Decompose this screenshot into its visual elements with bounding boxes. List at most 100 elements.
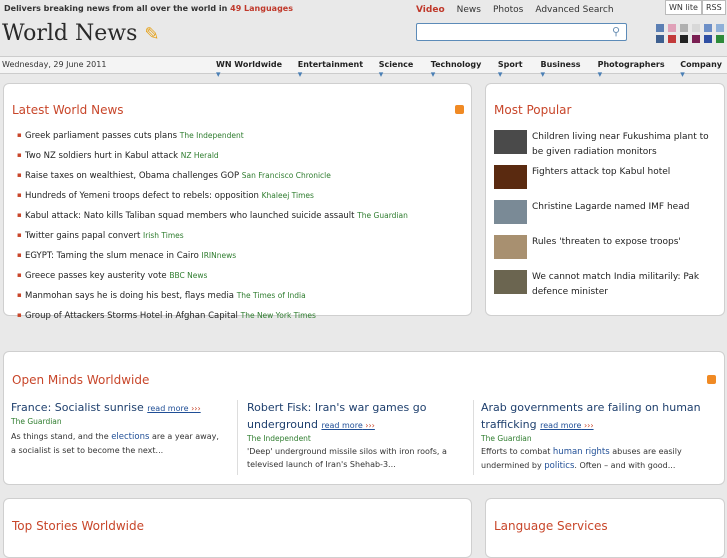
main-nav: Wednesday, 29 June 2011 WN WorldwideEnte…	[0, 56, 727, 74]
keyword-link[interactable]: human rights	[553, 447, 610, 457]
news-source[interactable]: The Independent	[180, 131, 244, 140]
popular-item[interactable]: Fighters attack top Kabul hotel	[494, 165, 722, 200]
news-source[interactable]: BBC News	[169, 271, 207, 280]
news-headline[interactable]: Kabul attack: Nato kills Taliban squad m…	[25, 211, 355, 221]
news-item[interactable]: EGYPT: Taming the slum menace in Cairo I…	[17, 251, 408, 271]
open-minds-item: Robert Fisk: Iran's war games go undergr…	[247, 399, 462, 471]
nav-item-science[interactable]: Science	[379, 60, 419, 80]
most-popular-title: Most Popular	[494, 103, 572, 117]
rss-button[interactable]: RSS	[702, 0, 726, 15]
latest-news-title: Latest World News	[12, 103, 124, 117]
theme-swatch[interactable]	[656, 35, 664, 43]
top-links: Video News Photos Advanced Search	[416, 5, 614, 15]
read-more-link[interactable]: read more	[321, 421, 374, 430]
nav-item-sport[interactable]: Sport	[498, 60, 529, 80]
news-item[interactable]: Raise taxes on wealthiest, Obama challen…	[17, 171, 408, 191]
most-popular-list: Children living near Fukushima plant to …	[494, 130, 722, 305]
popular-headline[interactable]: We cannot match India militarily: Pak de…	[532, 270, 722, 305]
news-headline[interactable]: Hundreds of Yemeni troops defect to rebe…	[25, 191, 259, 201]
wn-lite-button[interactable]: WN lite	[665, 0, 702, 15]
popular-item[interactable]: Children living near Fukushima plant to …	[494, 130, 722, 165]
popular-item[interactable]: We cannot match India militarily: Pak de…	[494, 270, 722, 305]
top-link-news[interactable]: News	[457, 5, 481, 15]
popular-thumbnail[interactable]	[494, 235, 527, 259]
rss-icon[interactable]	[707, 375, 716, 384]
news-source[interactable]: The Times of India	[237, 291, 306, 300]
top-stories-title: Top Stories Worldwide	[12, 519, 144, 533]
news-source[interactable]: IRINnews	[201, 251, 236, 260]
nav-item-entertainment[interactable]: Entertainment	[298, 60, 367, 80]
news-item[interactable]: Group of Attackers Storms Hotel in Afgha…	[17, 311, 408, 331]
news-headline[interactable]: Greece passes key austerity vote	[25, 271, 167, 281]
column-divider	[473, 400, 474, 475]
news-headline[interactable]: Greek parliament passes cuts plans	[25, 131, 177, 141]
theme-swatch[interactable]	[704, 24, 712, 32]
news-item[interactable]: Twitter gains papal convert Irish Times	[17, 231, 408, 251]
keyword-link[interactable]: elections	[111, 432, 149, 442]
news-source[interactable]: The New York Times	[241, 311, 316, 320]
article-title[interactable]: France: Socialist sunrise	[11, 401, 144, 414]
nav-item-wn-worldwide[interactable]: WN Worldwide	[216, 60, 286, 80]
news-source[interactable]: The Guardian	[357, 211, 408, 220]
news-source[interactable]: Khaleej Times	[262, 191, 314, 200]
theme-swatch[interactable]	[680, 24, 688, 32]
popular-item[interactable]: Rules 'threaten to expose troops'	[494, 235, 722, 270]
languages-count[interactable]: 49 Languages	[230, 4, 293, 13]
nav-item-photographers[interactable]: Photographers	[598, 60, 669, 80]
theme-swatch[interactable]	[680, 35, 688, 43]
theme-swatch[interactable]	[692, 24, 700, 32]
article-source[interactable]: The Independent	[247, 434, 462, 443]
keyword-link[interactable]: politics	[544, 461, 574, 471]
popular-thumbnail[interactable]	[494, 165, 527, 189]
news-item[interactable]: Manmohan says he is doing his best, flay…	[17, 291, 408, 311]
article-source[interactable]: The Guardian	[481, 434, 711, 443]
theme-swatch[interactable]	[692, 35, 700, 43]
news-item[interactable]: Hundreds of Yemeni troops defect to rebe…	[17, 191, 408, 211]
theme-swatch[interactable]	[656, 24, 664, 32]
theme-swatch[interactable]	[716, 24, 724, 32]
popular-thumbnail[interactable]	[494, 270, 527, 294]
news-headline[interactable]: EGYPT: Taming the slum menace in Cairo	[25, 251, 199, 261]
news-item[interactable]: Kabul attack: Nato kills Taliban squad m…	[17, 211, 408, 231]
nav-item-technology[interactable]: Technology	[431, 60, 486, 80]
theme-swatch[interactable]	[716, 35, 724, 43]
theme-swatch[interactable]	[668, 24, 676, 32]
popular-headline[interactable]: Christine Lagarde named IMF head	[532, 200, 722, 235]
news-item[interactable]: Two NZ soldiers hurt in Kabul attack NZ …	[17, 151, 408, 171]
popular-headline[interactable]: Fighters attack top Kabul hotel	[532, 165, 722, 200]
news-headline[interactable]: Raise taxes on wealthiest, Obama challen…	[25, 171, 239, 181]
news-headline[interactable]: Two NZ soldiers hurt in Kabul attack	[25, 151, 178, 161]
news-headline[interactable]: Manmohan says he is doing his best, flay…	[25, 291, 234, 301]
news-source[interactable]: Irish Times	[143, 231, 184, 240]
popular-headline[interactable]: Rules 'threaten to expose troops'	[532, 235, 722, 270]
open-minds-title: Open Minds Worldwide	[12, 373, 150, 387]
site-logo[interactable]: World News ✎	[2, 21, 159, 46]
popular-headline[interactable]: Children living near Fukushima plant to …	[532, 130, 722, 165]
nav-item-company[interactable]: Company	[680, 60, 727, 80]
tagline-text: Delivers breaking news from all over the…	[4, 4, 228, 13]
news-headline[interactable]: Twitter gains papal convert	[25, 231, 140, 241]
language-services-title: Language Services	[494, 519, 608, 533]
theme-swatch[interactable]	[668, 35, 676, 43]
read-more-link[interactable]: read more	[540, 421, 593, 430]
article-excerpt: 'Deep' underground missile silos with ir…	[247, 447, 447, 469]
top-link-photos[interactable]: Photos	[493, 5, 523, 15]
nav-item-business[interactable]: Business	[541, 60, 586, 80]
news-headline[interactable]: Group of Attackers Storms Hotel in Afgha…	[25, 311, 238, 321]
news-source[interactable]: NZ Herald	[181, 151, 219, 160]
read-more-link[interactable]: read more	[147, 404, 200, 413]
theme-swatch[interactable]	[704, 35, 712, 43]
top-link-video[interactable]: Video	[416, 5, 445, 15]
search-icon[interactable]: ⚲	[612, 25, 620, 38]
rss-icon[interactable]	[455, 105, 464, 114]
tagline: Delivers breaking news from all over the…	[4, 4, 293, 13]
top-link-advanced-search[interactable]: Advanced Search	[535, 5, 613, 15]
news-item[interactable]: Greek parliament passes cuts plans The I…	[17, 131, 408, 151]
search-input[interactable]: ⚲	[416, 23, 627, 41]
popular-thumbnail[interactable]	[494, 130, 527, 154]
popular-thumbnail[interactable]	[494, 200, 527, 224]
popular-item[interactable]: Christine Lagarde named IMF head	[494, 200, 722, 235]
news-source[interactable]: San Francisco Chronicle	[242, 171, 331, 180]
news-item[interactable]: Greece passes key austerity vote BBC New…	[17, 271, 408, 291]
article-source[interactable]: The Guardian	[11, 417, 226, 426]
